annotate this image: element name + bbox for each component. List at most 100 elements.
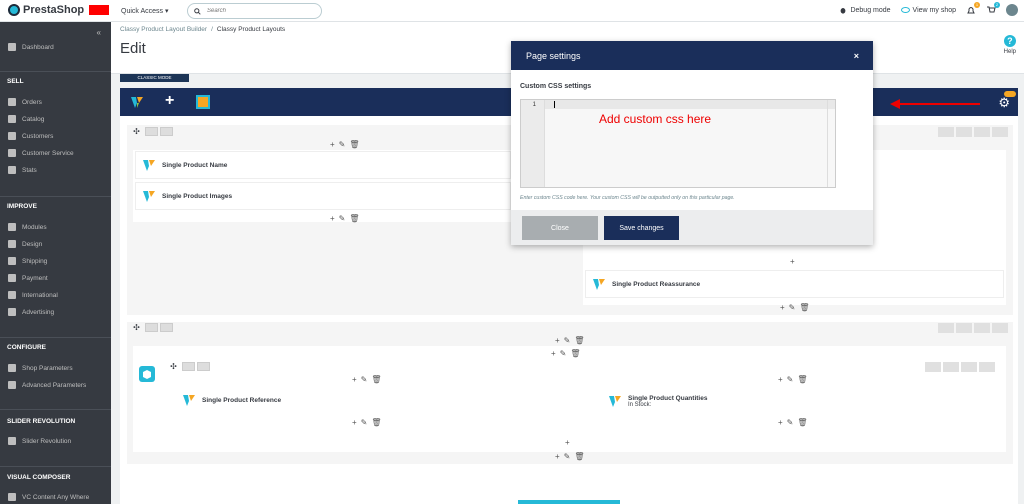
- trash-icon[interactable]: 🗑: [797, 375, 807, 384]
- add-icon[interactable]: +: [555, 336, 560, 345]
- inner-tools[interactable]: + ✎ 🗑: [551, 349, 581, 358]
- sidebar-item-vc-content[interactable]: VC Content Any Where: [0, 490, 111, 504]
- add-icon[interactable]: +: [352, 375, 357, 384]
- pencil-icon[interactable]: ✎: [789, 303, 796, 312]
- element-product-images[interactable]: Single Product Images: [135, 182, 511, 210]
- layout-icon[interactable]: [145, 323, 158, 332]
- element-product-reassurance[interactable]: Single Product Reassurance: [585, 270, 1004, 298]
- column-tools[interactable]: + ✎ 🗑: [330, 214, 360, 223]
- debug-mode-link[interactable]: Debug mode: [839, 6, 891, 14]
- trash-icon[interactable]: 🗑: [574, 336, 584, 345]
- column-tools[interactable]: + ✎ 🗑: [555, 452, 585, 461]
- sidebar-item-stats[interactable]: Stats: [0, 163, 111, 177]
- close-icon[interactable]: ×: [854, 51, 859, 61]
- breadcrumb-current[interactable]: Classy Product Layouts: [217, 26, 285, 33]
- column-tools[interactable]: + ✎ 🗑: [330, 140, 360, 149]
- edit-icon[interactable]: [956, 127, 972, 137]
- toggle-icon[interactable]: [925, 362, 941, 372]
- add-column-icon[interactable]: [197, 362, 210, 371]
- pencil-icon[interactable]: ✎: [361, 418, 368, 427]
- sidebar-item-advertising[interactable]: Advertising: [0, 305, 111, 319]
- pencil-icon[interactable]: ✎: [787, 375, 794, 384]
- classic-mode-button[interactable]: CLASSIC MODE: [120, 74, 189, 82]
- element-product-quantities[interactable]: Single Product Quantities In Stock:: [602, 386, 997, 416]
- inner-row-controls[interactable]: ✣: [167, 362, 210, 371]
- gear-icon[interactable]: ⚙: [998, 95, 1010, 111]
- collapse-sidebar-icon[interactable]: «: [97, 28, 101, 37]
- toggle-icon[interactable]: [938, 323, 954, 333]
- add-icon[interactable]: +: [555, 452, 560, 461]
- trash-icon[interactable]: 🗑: [570, 349, 580, 358]
- search-input[interactable]: [207, 8, 307, 14]
- edit-icon[interactable]: [956, 323, 972, 333]
- orders-notification-icon[interactable]: 2: [986, 2, 1000, 15]
- sidebar-item-customers[interactable]: Customers: [0, 129, 111, 143]
- trash-icon[interactable]: 🗑: [349, 140, 359, 149]
- column-tools[interactable]: + ✎ 🗑: [778, 375, 808, 384]
- pencil-icon[interactable]: ✎: [787, 418, 794, 427]
- quick-access-dropdown[interactable]: Quick Access ▾: [121, 7, 168, 15]
- element-product-reference[interactable]: Single Product Reference: [176, 386, 566, 414]
- pencil-icon[interactable]: ✎: [339, 214, 346, 223]
- pencil-icon[interactable]: ✎: [560, 349, 567, 358]
- add-column-icon[interactable]: [160, 127, 173, 136]
- delete-icon[interactable]: [992, 323, 1008, 333]
- sidebar-item-shipping[interactable]: Shipping: [0, 254, 111, 268]
- clone-icon[interactable]: [961, 362, 977, 372]
- notifications-bell-icon[interactable]: 1: [966, 2, 980, 15]
- brand-logo[interactable]: PrestaShop: [8, 4, 110, 16]
- templates-icon[interactable]: [196, 95, 210, 109]
- search-box[interactable]: [187, 3, 322, 19]
- delete-icon[interactable]: [992, 127, 1008, 137]
- trash-icon[interactable]: 🗑: [349, 214, 359, 223]
- move-icon[interactable]: ✣: [130, 127, 143, 136]
- trash-icon[interactable]: 🗑: [371, 375, 381, 384]
- sidebar-item-customer-service[interactable]: Customer Service: [0, 146, 111, 160]
- inner-row-tools[interactable]: [925, 362, 995, 372]
- add-icon[interactable]: +: [778, 375, 783, 384]
- view-shop-link[interactable]: View my shop: [900, 7, 956, 14]
- edit-icon[interactable]: [943, 362, 959, 372]
- sidebar-item-advanced-parameters[interactable]: Advanced Parameters: [0, 378, 111, 392]
- clone-icon[interactable]: [974, 323, 990, 333]
- add-element-icon[interactable]: +: [165, 92, 174, 110]
- layout-icon[interactable]: [145, 127, 158, 136]
- breadcrumb-link[interactable]: Classy Product Layout Builder: [120, 26, 207, 33]
- trash-icon[interactable]: 🗑: [574, 452, 584, 461]
- column-tools[interactable]: + ✎ 🗑: [778, 418, 808, 427]
- toggle-icon[interactable]: [938, 127, 954, 137]
- vc-logo-icon[interactable]: [130, 95, 144, 109]
- pencil-icon[interactable]: ✎: [339, 140, 346, 149]
- pencil-icon[interactable]: ✎: [361, 375, 368, 384]
- row-controls[interactable]: ✣: [130, 323, 173, 332]
- sidebar-item-dashboard[interactable]: Dashboard: [0, 40, 111, 54]
- inner-add[interactable]: +: [565, 438, 570, 447]
- add-icon[interactable]: +: [790, 257, 795, 266]
- add-icon[interactable]: +: [565, 438, 570, 447]
- close-button[interactable]: Close: [522, 216, 598, 240]
- row-tools[interactable]: [938, 323, 1008, 333]
- column-tools[interactable]: + ✎ 🗑: [780, 303, 810, 312]
- clone-icon[interactable]: [974, 127, 990, 137]
- sidebar-item-modules[interactable]: Modules: [0, 220, 111, 234]
- help-button[interactable]: ? Help: [1004, 35, 1016, 55]
- trash-icon[interactable]: 🗑: [799, 303, 809, 312]
- sidebar-item-design[interactable]: Design: [0, 237, 111, 251]
- add-icon[interactable]: +: [780, 303, 785, 312]
- user-avatar[interactable]: [1006, 4, 1018, 16]
- add-icon[interactable]: +: [352, 418, 357, 427]
- delete-icon[interactable]: [979, 362, 995, 372]
- css-editor[interactable]: 1 Add custom css here: [520, 99, 836, 188]
- column-tools[interactable]: + ✎ 🗑: [555, 336, 585, 345]
- column-tools[interactable]: + ✎ 🗑: [352, 375, 382, 384]
- trash-icon[interactable]: 🗑: [371, 418, 381, 427]
- save-changes-button[interactable]: Save changes: [604, 216, 679, 240]
- add-icon[interactable]: +: [778, 418, 783, 427]
- sidebar-item-payment[interactable]: Payment: [0, 271, 111, 285]
- add-icon[interactable]: +: [330, 140, 335, 149]
- sidebar-item-orders[interactable]: Orders: [0, 95, 111, 109]
- pencil-icon[interactable]: ✎: [564, 336, 571, 345]
- column-tools[interactable]: + ✎ 🗑: [352, 418, 382, 427]
- pencil-icon[interactable]: ✎: [564, 452, 571, 461]
- add-column-icon[interactable]: [160, 323, 173, 332]
